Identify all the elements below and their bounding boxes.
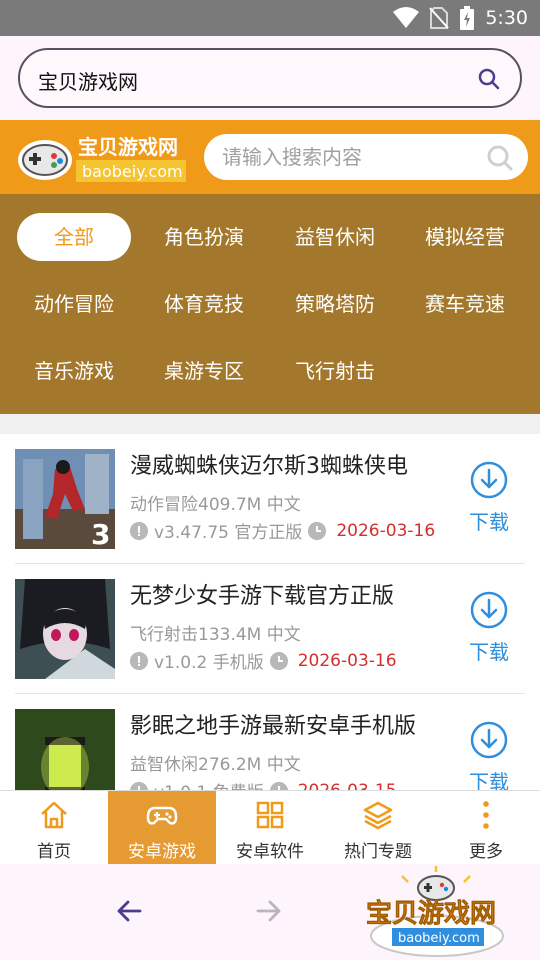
layers-icon — [363, 801, 393, 830]
bottom-nav: 首页 安卓游戏 安卓软件 热门专题 更多 — [0, 790, 540, 865]
footer-logo-title: 宝贝游戏网 — [366, 898, 496, 929]
clock-icon — [308, 521, 327, 540]
nav-label: 热门专题 — [344, 842, 412, 862]
game-thumbnail[interactable] — [15, 579, 115, 679]
search-icon[interactable] — [476, 66, 502, 92]
game-thumbnail[interactable] — [15, 709, 115, 790]
game-title[interactable]: 漫威蜘蛛侠迈尔斯3蜘蛛侠电 — [130, 448, 408, 480]
nav-android-games[interactable]: 安卓游戏 — [108, 791, 216, 865]
nav-label: 安卓软件 — [236, 842, 304, 862]
logo-title: 宝贝游戏网 — [78, 135, 178, 159]
status-bar: 5:30 — [0, 0, 540, 36]
footer-logo-domain: baobeiy.com — [398, 931, 480, 946]
browser-address-bar: 宝贝游戏网 — [0, 36, 540, 120]
site-search-input[interactable] — [222, 134, 472, 180]
download-label: 下载 — [469, 640, 509, 664]
site-header: 宝贝游戏网 baobeiy.com — [0, 120, 540, 194]
svg-text:3: 3 — [91, 518, 110, 549]
game-list: 3 漫威蜘蛛侠迈尔斯3蜘蛛侠电 动作冒险409.7M 中文 v3.47.75 官… — [0, 434, 540, 790]
more-icon — [483, 801, 489, 829]
game-version: v1.0.1 免费版 — [154, 778, 264, 790]
list-item[interactable]: 无梦少女手游下载官方正版 飞行射击133.4M 中文 v1.0.2 手机版 20… — [15, 564, 525, 694]
nav-home[interactable]: 首页 — [0, 791, 108, 865]
game-date: 2026-03-16 — [297, 650, 397, 671]
download-icon — [470, 461, 508, 499]
browser-footer: 宝贝游戏网 baobeiy.com — [0, 864, 540, 960]
game-meta: 飞行射击133.4M 中文 — [130, 625, 301, 645]
category-puzzle[interactable]: 益智休闲 — [278, 213, 392, 261]
game-info: v3.47.75 官方正版 2026-03-16 — [130, 518, 435, 543]
game-thumbnail[interactable]: 3 — [15, 449, 115, 549]
version-icon — [130, 521, 148, 540]
version-icon — [130, 781, 148, 790]
category-sports[interactable]: 体育竞技 — [147, 280, 261, 328]
category-music[interactable]: 音乐游戏 — [17, 347, 131, 395]
list-item[interactable]: 3 漫威蜘蛛侠迈尔斯3蜘蛛侠电 动作冒险409.7M 中文 v3.47.75 官… — [15, 434, 525, 564]
game-meta: 动作冒险409.7M 中文 — [130, 495, 301, 515]
gamepad-icon — [146, 806, 178, 825]
game-info: v1.0.2 手机版 2026-03-16 — [130, 648, 397, 673]
category-shooting[interactable]: 飞行射击 — [278, 347, 392, 395]
nav-android-apps[interactable]: 安卓软件 — [216, 791, 324, 865]
category-board[interactable]: 桌游专区 — [147, 347, 261, 395]
nav-hot-topics[interactable]: 热门专题 — [324, 791, 432, 865]
forward-arrow-icon[interactable] — [254, 896, 284, 926]
game-title[interactable]: 影眠之地手游最新安卓手机版 — [130, 708, 416, 740]
category-strategy[interactable]: 策略塔防 — [278, 280, 392, 328]
category-panel: 全部 角色扮演 益智休闲 模拟经营 动作冒险 体育竞技 策略塔防 赛车竞速 音乐… — [0, 194, 540, 414]
download-label: 下载 — [469, 770, 509, 790]
divider — [0, 414, 540, 434]
no-sim-icon — [429, 7, 450, 29]
logo-domain: baobeiy.com — [82, 162, 183, 181]
wifi-icon — [393, 7, 420, 28]
category-simulation[interactable]: 模拟经营 — [408, 213, 522, 261]
site-logo[interactable]: 宝贝游戏网 baobeiy.com — [16, 130, 188, 186]
nav-label: 更多 — [469, 842, 503, 862]
category-racing[interactable]: 赛车竞速 — [408, 280, 522, 328]
category-action[interactable]: 动作冒险 — [17, 280, 131, 328]
search-icon[interactable] — [486, 144, 514, 172]
nav-label: 安卓游戏 — [128, 842, 196, 862]
game-title[interactable]: 无梦少女手游下载官方正版 — [130, 578, 394, 610]
status-icons: 5:30 — [393, 4, 528, 32]
list-item[interactable]: 影眠之地手游最新安卓手机版 益智休闲276.2M 中文 v1.0.1 免费版 2… — [15, 694, 525, 790]
battery-icon — [460, 6, 475, 30]
category-all[interactable]: 全部 — [17, 213, 131, 261]
version-icon — [130, 651, 148, 670]
nav-label: 首页 — [37, 842, 71, 862]
category-role-play[interactable]: 角色扮演 — [147, 213, 261, 261]
url-field[interactable]: 宝贝游戏网 — [18, 48, 522, 108]
back-arrow-icon[interactable] — [114, 896, 144, 926]
download-icon — [470, 591, 508, 629]
nav-more[interactable]: 更多 — [432, 791, 540, 865]
game-info: v1.0.1 免费版 2026-03-15 — [130, 778, 397, 790]
game-version: v3.47.75 官方正版 — [154, 523, 303, 543]
game-version: v1.0.2 手机版 — [154, 653, 264, 673]
grid-icon — [256, 801, 284, 829]
download-button[interactable]: 下载 — [465, 720, 513, 790]
game-date: 2026-03-15 — [298, 781, 397, 791]
game-meta: 益智休闲276.2M 中文 — [130, 755, 301, 775]
download-button[interactable]: 下载 — [465, 590, 513, 668]
home-icon — [41, 801, 67, 829]
download-icon — [470, 721, 508, 759]
download-label: 下载 — [469, 510, 509, 534]
status-time: 5:30 — [485, 7, 528, 29]
clock-icon — [269, 651, 288, 670]
url-text: 宝贝游戏网 — [38, 70, 138, 94]
game-date: 2026-03-16 — [336, 520, 436, 541]
clock-icon — [269, 781, 288, 790]
download-button[interactable]: 下载 — [465, 460, 513, 538]
footer-logo[interactable]: 宝贝游戏网 baobeiy.com — [362, 866, 512, 958]
site-search-box — [204, 134, 528, 180]
